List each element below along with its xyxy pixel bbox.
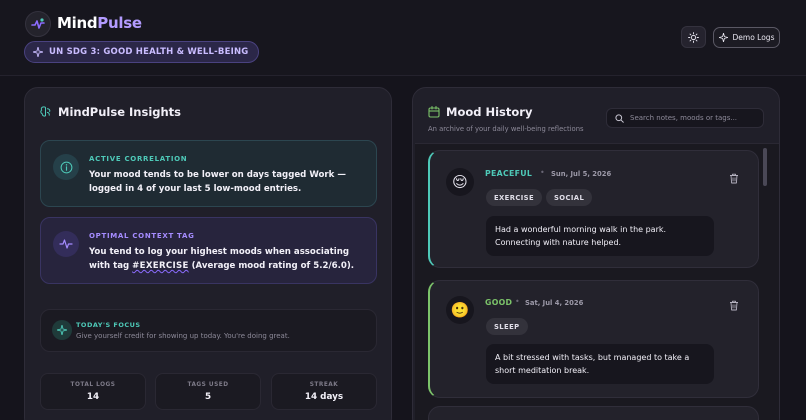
context-tag-card: OPTIMAL CONTEXT TAG You tend to log your… xyxy=(40,217,377,284)
entry-mood: GOOD xyxy=(485,298,513,307)
search-icon xyxy=(615,113,624,123)
brand-name: MindPulse xyxy=(57,14,142,32)
entry-date: Sat, Jul 4, 2026 xyxy=(525,299,584,307)
stat-label: STREAK xyxy=(309,382,339,388)
correlation-card: ACTIVE CORRELATION Your mood tends to be… xyxy=(40,140,377,207)
stat-value: 5 xyxy=(204,392,212,402)
sun-icon xyxy=(688,31,699,43)
info-icon-wrap xyxy=(53,154,79,180)
entry-accent xyxy=(428,150,440,268)
separator-dot: • xyxy=(540,168,545,177)
search-input[interactable] xyxy=(630,114,760,122)
mood-entry: 🙂 GOOD • Sat, Jul 4, 2026 SLEEP A bit st… xyxy=(428,280,759,398)
stat-streak: STREAK 14 days xyxy=(271,373,377,410)
demo-logs-button[interactable]: Demo Logs xyxy=(713,27,780,48)
trash-icon xyxy=(730,173,738,183)
context-tag: #EXERCISE xyxy=(132,261,189,271)
sparkle-icon xyxy=(57,325,67,335)
demo-logs-label: Demo Logs xyxy=(732,33,775,42)
entry-note: A bit stressed with tasks, but managed t… xyxy=(486,344,714,384)
insights-panel: MindPulse Insights ACTIVE CORRELATION Yo… xyxy=(24,87,392,420)
entry-note: Had a wonderful morning walk in the park… xyxy=(486,216,714,256)
history-title: Mood History xyxy=(446,105,533,119)
scrollbar-thumb[interactable] xyxy=(763,148,767,186)
correlation-text: Your mood tends to be lower on days tagg… xyxy=(89,170,346,194)
search-box[interactable] xyxy=(606,108,764,128)
entry-tag[interactable]: SOCIAL xyxy=(546,189,593,206)
happy-face-icon: 🙂 xyxy=(446,296,474,324)
pulse-logo-icon xyxy=(31,18,45,29)
focus-label: TODAY'S FOCUS xyxy=(76,321,141,329)
context-text-after: (Average mood rating of 5.2/6.0). xyxy=(191,261,355,271)
sparkle-icon xyxy=(718,33,728,42)
brand-first: Mind xyxy=(57,14,98,32)
entry-mood: PEACEFUL xyxy=(485,169,533,178)
activity-icon-wrap xyxy=(53,231,79,257)
theme-toggle-button[interactable] xyxy=(681,26,706,48)
stat-value: 14 days xyxy=(304,392,344,402)
context-label: OPTIMAL CONTEXT TAG xyxy=(89,232,195,240)
delete-entry-button[interactable] xyxy=(728,299,740,311)
calendar-icon xyxy=(428,106,440,118)
sdg-badge: UN SDG 3: GOOD HEALTH & WELL-BEING xyxy=(24,41,260,63)
entry-tag[interactable]: SLEEP xyxy=(486,318,528,335)
activity-icon xyxy=(59,239,73,249)
stat-label: TAGS USED xyxy=(187,382,229,388)
entry-tag[interactable]: EXERCISE xyxy=(486,189,543,206)
stat-value: 14 xyxy=(86,392,100,402)
history-subtitle: An archive of your daily well-being refl… xyxy=(428,125,584,133)
insights-title: MindPulse Insights xyxy=(58,105,182,119)
sdg-label: UN SDG 3: GOOD HEALTH & WELL-BEING xyxy=(49,47,249,57)
stat-tags-used: TAGS USED 5 xyxy=(155,373,261,410)
stat-total-logs: TOTAL LOGS 14 xyxy=(40,373,146,410)
entry-accent xyxy=(428,280,440,398)
focus-text: Give yourself credit for showing up toda… xyxy=(76,332,290,340)
brain-icon xyxy=(40,106,51,117)
peaceful-face-icon: 😌 xyxy=(446,168,474,196)
logo xyxy=(25,11,51,37)
separator-dot: • xyxy=(515,297,520,306)
sparkle-icon xyxy=(33,47,43,57)
entry-date: Sun, Jul 5, 2026 xyxy=(551,170,612,178)
focus-icon-wrap xyxy=(52,320,72,340)
correlation-label: ACTIVE CORRELATION xyxy=(89,155,188,163)
trash-icon xyxy=(730,300,738,310)
mood-entry-partial xyxy=(428,406,759,420)
mood-entry: 😌 PEACEFUL • Sun, Jul 5, 2026 EXERCISE S… xyxy=(428,150,759,268)
brand-second: Pulse xyxy=(97,14,142,32)
mood-history-panel: Mood History An archive of your daily we… xyxy=(412,87,780,420)
today-focus-card: TODAY'S FOCUS Give yourself credit for s… xyxy=(40,309,377,352)
context-text: You tend to log your highest moods when … xyxy=(89,245,369,273)
info-icon xyxy=(60,161,72,173)
top-bar: MindPulse UN SDG 3: GOOD HEALTH & WELL-B… xyxy=(0,0,806,76)
stat-label: TOTAL LOGS xyxy=(70,382,116,388)
delete-entry-button[interactable] xyxy=(728,172,740,184)
entry-list[interactable]: 😌 PEACEFUL • Sun, Jul 5, 2026 EXERCISE S… xyxy=(415,143,779,420)
